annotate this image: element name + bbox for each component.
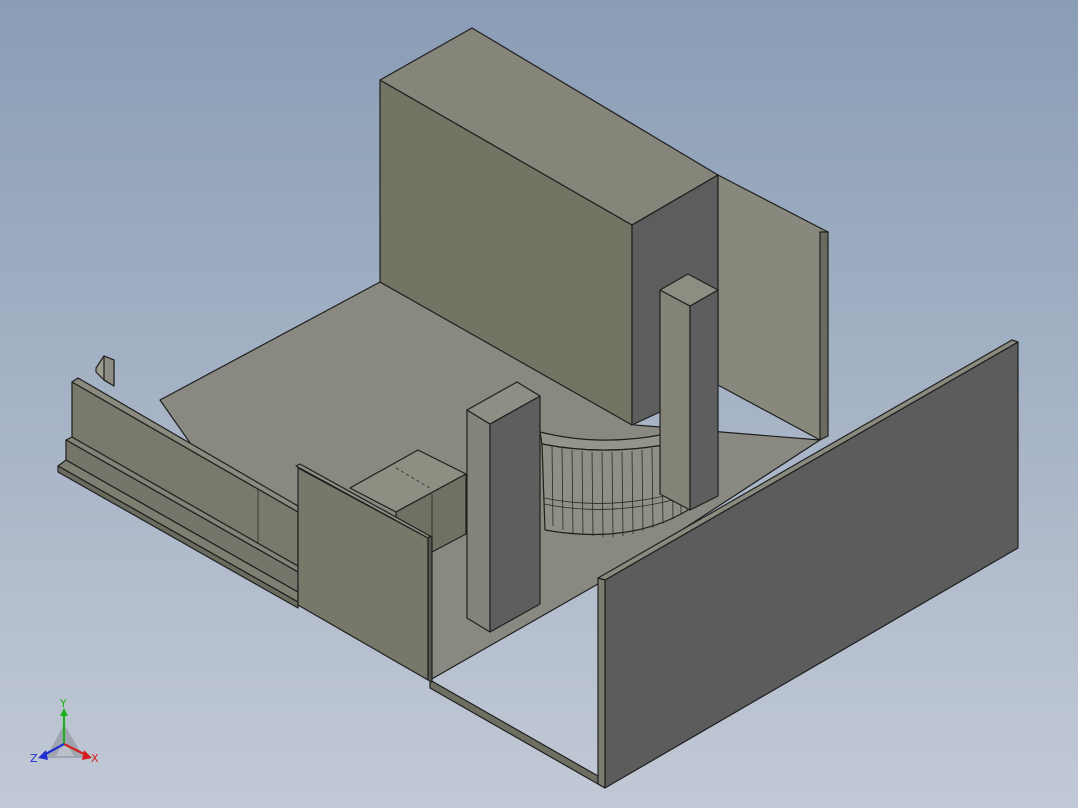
- rear-pillar-side-face: [689, 289, 719, 511]
- front-right-wall-end: [597, 577, 606, 789]
- rear-pillar-front-face: [659, 289, 691, 511]
- model-canvas[interactable]: X Y Z: [0, 0, 1078, 808]
- triad-z-arrow: [38, 750, 48, 760]
- front-partition-edge: [427, 535, 433, 683]
- floor-front-face: [429, 679, 606, 789]
- front-pillar-front-face: [466, 409, 491, 633]
- triad-z-label: Z: [30, 752, 38, 765]
- orientation-triad[interactable]: X Y Z: [30, 697, 99, 765]
- front-pillar-side-face: [489, 395, 541, 633]
- triad-x-label: X: [91, 752, 99, 765]
- left-wall-back-rail: [103, 355, 115, 387]
- triad-y-label: Y: [59, 697, 67, 710]
- back-right-wall-edge: [819, 231, 829, 441]
- back-right-wall-face: [717, 174, 829, 441]
- graphics-viewport[interactable]: X Y Z: [0, 0, 1078, 808]
- cad-model[interactable]: [57, 27, 1019, 789]
